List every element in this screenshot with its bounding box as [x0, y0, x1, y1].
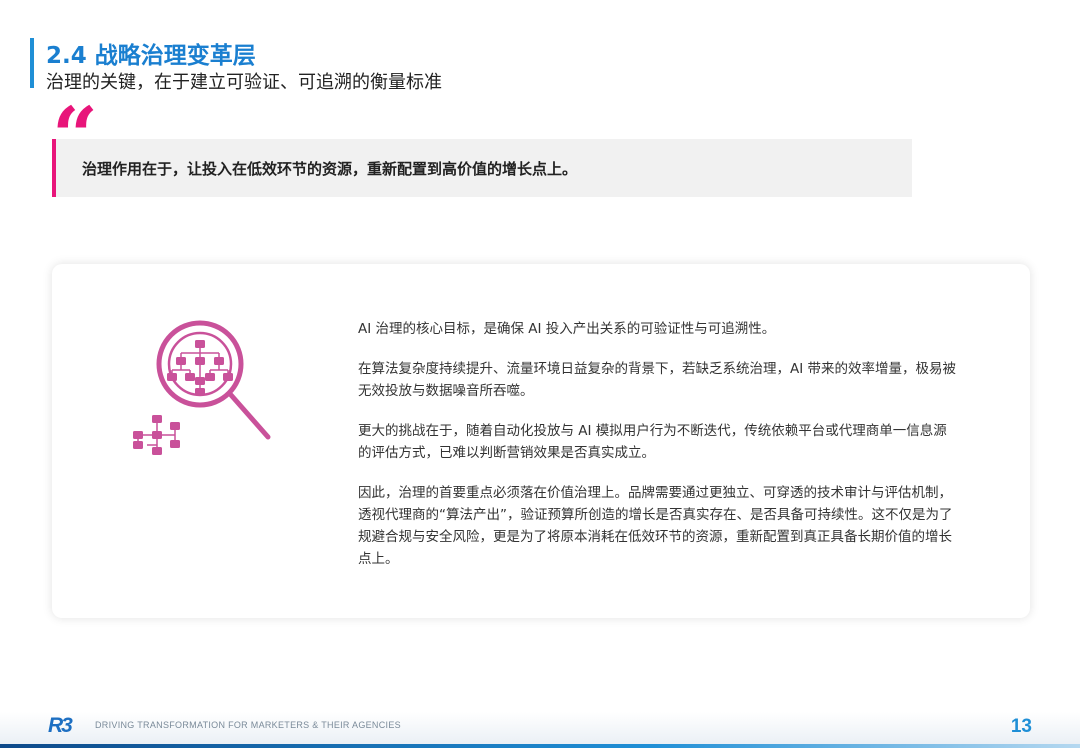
title-accent-bar — [30, 38, 34, 88]
page-title: 2.4 战略治理变革层 — [46, 43, 256, 69]
paragraph: 因此，治理的首要重点必须落在价值治理上。品牌需要通过更独立、可穿透的技术审计与评… — [358, 485, 953, 567]
paragraph: 更大的挑战在于，随着自动化投放与 AI 模拟用户行为不断迭代，传统依赖平台或代理… — [358, 423, 947, 461]
footer-tagline: DRIVING TRANSFORMATION FOR MARKETERS & T… — [95, 720, 401, 730]
card-body-text: AI 治理的核心目标，是确保 AI 投入产出关系的可验证性与可追溯性。 在算法复… — [358, 318, 958, 588]
page-number: 13 — [1010, 716, 1032, 737]
quote-box: 治理作用在于，让投入在低效环节的资源，重新配置到高价值的增长点上。 — [52, 139, 912, 197]
footer-stripe — [0, 744, 1080, 748]
footer-band — [0, 712, 1080, 748]
quote-text: 治理作用在于，让投入在低效环节的资源，重新配置到高价值的增长点上。 — [82, 160, 578, 178]
r3-logo: R3 — [48, 714, 73, 737]
paragraph: 在算法复杂度持续提升、流量环境日益复杂的背景下，若缺乏系统治理，AI 带来的效率… — [358, 361, 957, 399]
page-subtitle: 治理的关键，在于建立可验证、可追溯的衡量标准 — [46, 72, 442, 93]
governance-magnifier-flowchart-icon — [127, 319, 277, 459]
paragraph: AI 治理的核心目标，是确保 AI 投入产出关系的可验证性与可追溯性。 — [358, 321, 776, 337]
content-card: AI 治理的核心目标，是确保 AI 投入产出关系的可验证性与可追溯性。 在算法复… — [52, 264, 1030, 618]
